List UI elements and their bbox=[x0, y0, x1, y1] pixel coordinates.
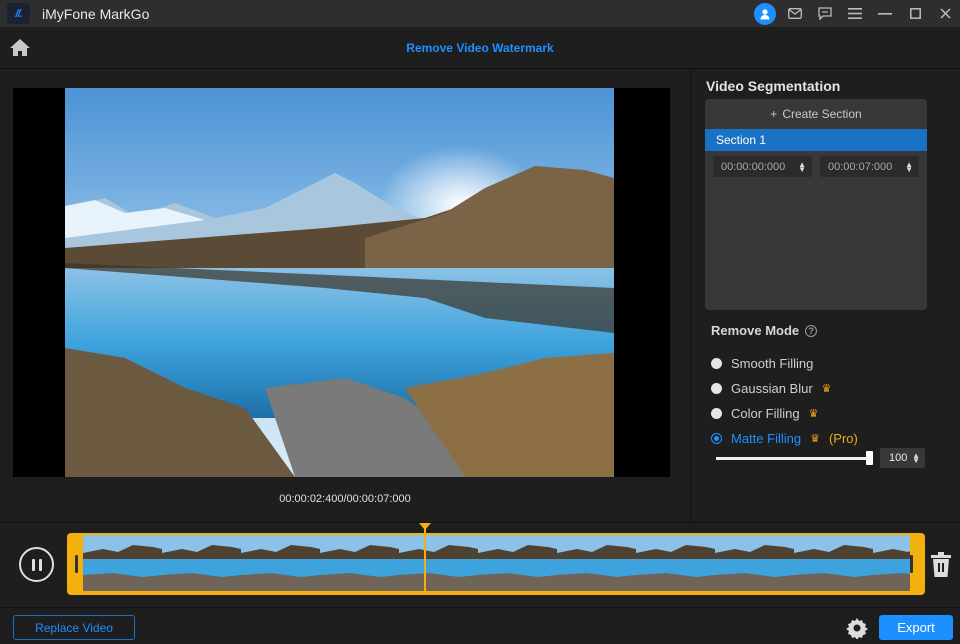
matte-slider[interactable] bbox=[716, 450, 873, 465]
page-title: Remove Video Watermark bbox=[406, 41, 554, 55]
remove-mode-options: Smooth Filling Gaussian Blur ♛ Color Fil… bbox=[711, 351, 858, 451]
spinner-icon[interactable]: ▲ ▼ bbox=[798, 160, 806, 173]
remove-mode-label: Remove Mode bbox=[711, 323, 800, 338]
header: Remove Video Watermark bbox=[0, 27, 960, 69]
create-section-label: Create Section bbox=[782, 107, 862, 121]
segmentation-box: + Create Section Section 1 00:00:00:000 … bbox=[705, 99, 927, 310]
gear-icon[interactable] bbox=[846, 617, 868, 640]
radio-button-selected[interactable] bbox=[711, 433, 722, 444]
timeline bbox=[0, 522, 960, 608]
preview-pane: 00:00:02:400/00:00:07:000 bbox=[0, 70, 690, 522]
radio-button[interactable] bbox=[711, 408, 722, 419]
segmentation-title: Video Segmentation bbox=[706, 78, 841, 94]
trash-icon[interactable] bbox=[930, 552, 952, 578]
timeline-thumbnail bbox=[83, 535, 162, 591]
minimize-icon[interactable] bbox=[870, 0, 900, 27]
mode-label: Color Filling bbox=[731, 406, 800, 421]
footer: Replace Video Export bbox=[0, 608, 960, 640]
timeline-thumbnail bbox=[399, 535, 478, 591]
frame-strip bbox=[83, 535, 910, 591]
mode-label: Matte Filling bbox=[731, 431, 802, 446]
mode-smooth-filling[interactable]: Smooth Filling bbox=[711, 351, 858, 376]
end-time-value: 00:00:07:000 bbox=[828, 160, 893, 173]
replace-video-button[interactable]: Replace Video bbox=[13, 615, 135, 640]
video-player[interactable] bbox=[13, 88, 670, 477]
spinner-icon[interactable]: ▲ ▼ bbox=[912, 452, 920, 465]
timeline-thumbnail bbox=[320, 535, 399, 591]
mail-icon[interactable] bbox=[780, 0, 810, 27]
app-title: iMyFone MarkGo bbox=[42, 5, 150, 22]
menu-icon[interactable] bbox=[840, 0, 870, 27]
settings-panel: Video Segmentation + Create Section Sect… bbox=[691, 70, 960, 522]
section-label: Section 1 bbox=[716, 133, 767, 147]
slider-thumb[interactable] bbox=[866, 450, 873, 465]
close-icon[interactable] bbox=[930, 0, 960, 27]
timeline-thumbnail bbox=[557, 535, 636, 591]
create-section-button[interactable]: + Create Section bbox=[705, 99, 927, 129]
section-end-time-input[interactable]: 00:00:07:000 ▲ ▼ bbox=[820, 156, 919, 177]
radio-button[interactable] bbox=[711, 383, 722, 394]
user-icon[interactable] bbox=[750, 0, 780, 27]
app-logo: //. bbox=[7, 3, 30, 24]
clip-right-handle[interactable] bbox=[910, 555, 913, 573]
section-start-time-input[interactable]: 00:00:00:000 ▲ ▼ bbox=[713, 156, 812, 177]
section-item[interactable]: Section 1 bbox=[705, 129, 927, 151]
slider-value-input[interactable]: 100 ▲ ▼ bbox=[880, 448, 925, 468]
timeline-thumbnail bbox=[478, 535, 557, 591]
timeline-thumbnail bbox=[715, 535, 794, 591]
radio-button[interactable] bbox=[711, 358, 722, 369]
start-time-value: 00:00:00:000 bbox=[721, 160, 786, 173]
mode-gaussian-blur[interactable]: Gaussian Blur ♛ bbox=[711, 376, 858, 401]
mode-label: Gaussian Blur bbox=[731, 381, 813, 396]
timeline-thumbnail bbox=[636, 535, 715, 591]
timeline-thumbnail bbox=[241, 535, 320, 591]
playback-timecode: 00:00:02:400/00:00:07:000 bbox=[279, 493, 411, 505]
remove-mode-title: Remove Mode ? bbox=[711, 323, 818, 338]
timeline-thumbnail bbox=[873, 535, 910, 591]
help-icon[interactable]: ? bbox=[805, 324, 818, 337]
feedback-icon[interactable] bbox=[810, 0, 840, 27]
pro-badge: (Pro) bbox=[828, 431, 858, 446]
maximize-icon[interactable] bbox=[900, 0, 930, 27]
pause-button[interactable] bbox=[19, 547, 54, 582]
spinner-icon[interactable]: ▲ ▼ bbox=[905, 160, 913, 173]
playhead[interactable] bbox=[424, 525, 426, 593]
timeline-clip[interactable] bbox=[67, 533, 925, 595]
mode-color-filling[interactable]: Color Filling ♛ bbox=[711, 401, 858, 426]
export-button[interactable]: Export bbox=[879, 615, 953, 640]
mode-label: Smooth Filling bbox=[731, 356, 814, 371]
title-bar: //. iMyFone MarkGo bbox=[0, 0, 960, 27]
slider-value: 100 bbox=[889, 452, 908, 464]
timeline-thumbnail bbox=[162, 535, 241, 591]
crown-icon: ♛ bbox=[808, 408, 819, 420]
crown-icon: ♛ bbox=[821, 383, 832, 395]
plus-icon: + bbox=[770, 107, 778, 121]
timeline-thumbnail bbox=[794, 535, 873, 591]
clip-left-handle[interactable] bbox=[75, 555, 78, 573]
crown-icon: ♛ bbox=[810, 433, 820, 445]
video-frame bbox=[65, 88, 614, 477]
